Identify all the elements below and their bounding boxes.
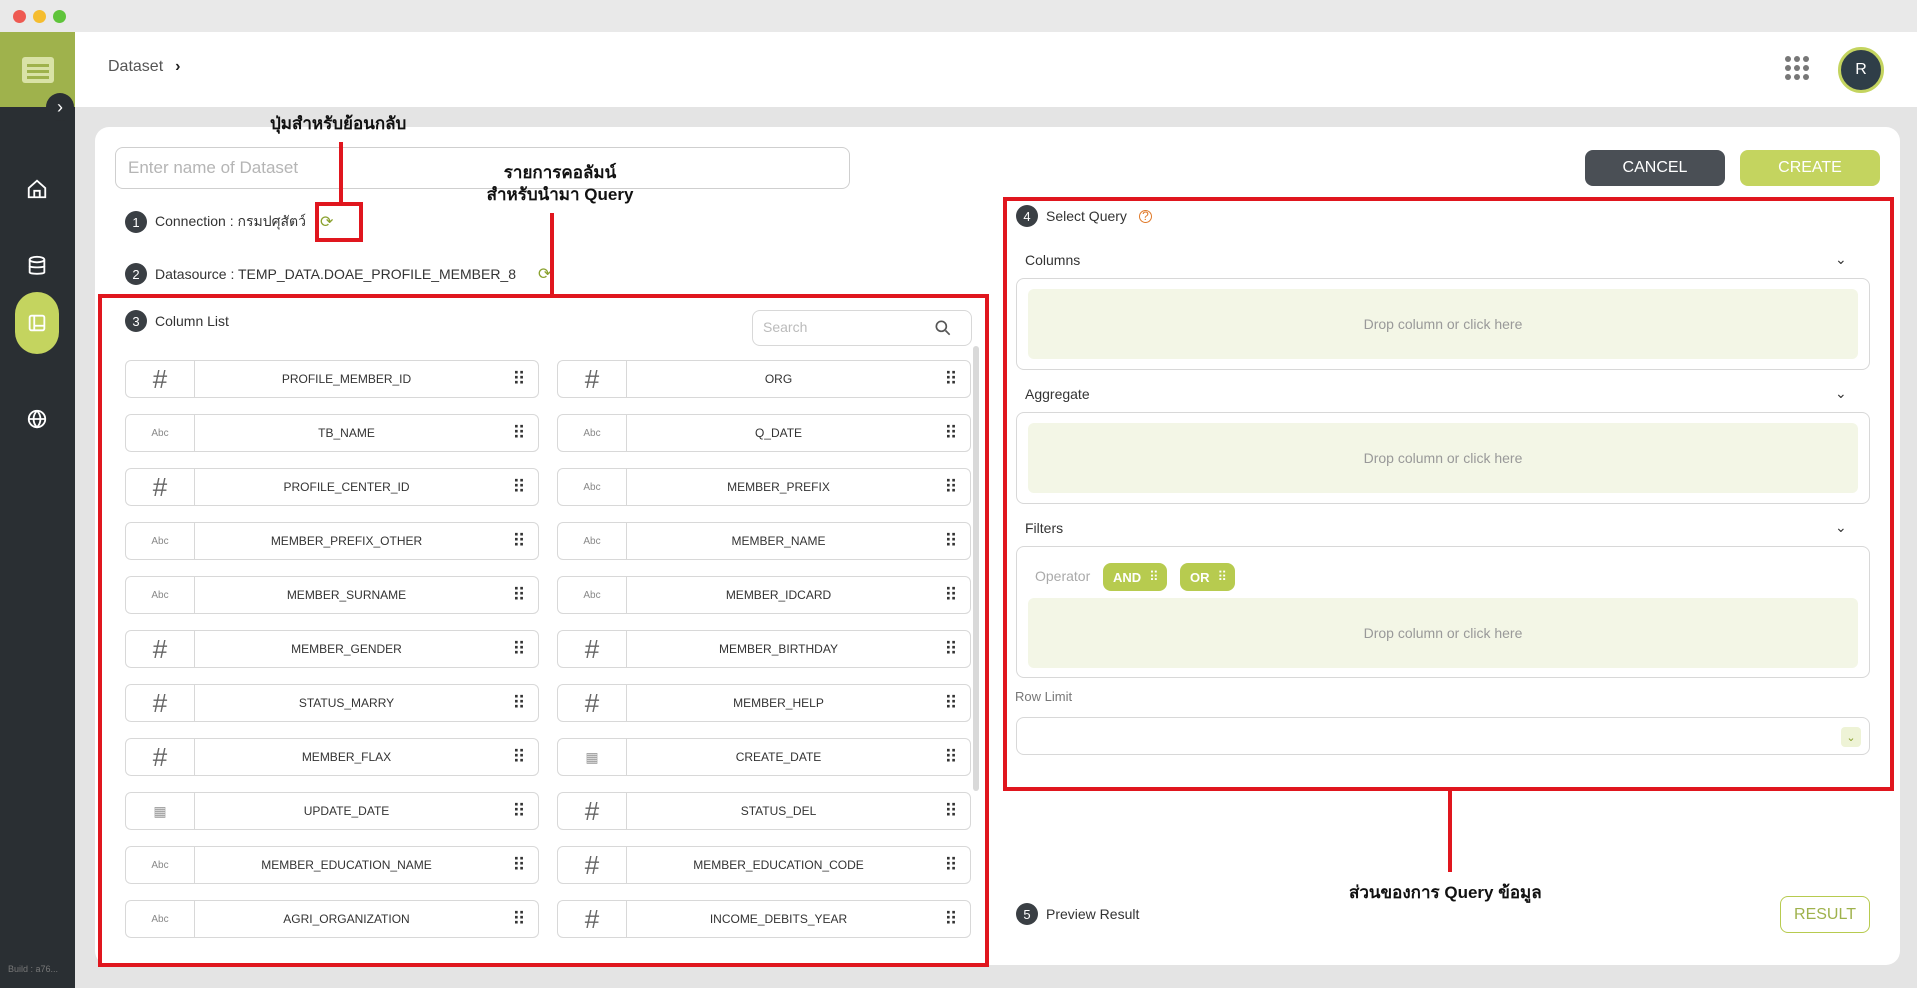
- breadcrumb: Dataset ›: [108, 58, 180, 76]
- dataset-name-input[interactable]: [115, 147, 850, 189]
- sidebar-item-globe[interactable]: [16, 398, 58, 440]
- apps-grid-icon[interactable]: [1785, 56, 1809, 80]
- annotation-box-column-list: [98, 294, 989, 967]
- database-icon: [28, 255, 46, 275]
- step-number: 5: [1016, 903, 1038, 925]
- sidebar-item-database[interactable]: [16, 245, 58, 287]
- annotation-query-part: ส่วนของการ Query ข้อมูล: [1349, 883, 1542, 902]
- chevron-right-icon: ›: [175, 58, 181, 75]
- connection-label: Connection : กรมปศุสัตว์: [155, 213, 306, 229]
- avatar[interactable]: R: [1838, 47, 1884, 93]
- top-header: Dataset › R: [75, 32, 1917, 107]
- annotation-line: [550, 213, 554, 296]
- chevron-right-icon: ›: [57, 96, 63, 117]
- result-button[interactable]: RESULT: [1780, 896, 1870, 933]
- annotation-column-list-line2: สำหรับนำมา Query: [486, 185, 634, 204]
- breadcrumb-dataset[interactable]: Dataset: [108, 58, 163, 76]
- annotation-column-list: รายการคอลัมน์ สำหรับนำมา Query: [486, 162, 634, 206]
- sidebar-item-dataset[interactable]: [15, 292, 59, 354]
- sidebar: › Build : a76...: [0, 32, 75, 988]
- create-button[interactable]: CREATE: [1740, 150, 1880, 186]
- close-window-button[interactable]: [13, 10, 26, 23]
- step-number: 1: [125, 211, 147, 233]
- home-icon: [27, 179, 47, 199]
- build-label: Build : a76...: [8, 964, 59, 974]
- window-titlebar: [0, 0, 1917, 32]
- datasource-step: 2 Datasource : TEMP_DATA.DOAE_PROFILE_ME…: [125, 263, 551, 285]
- annotation-box-refresh: [315, 202, 363, 242]
- globe-icon: [27, 409, 47, 429]
- sidebar-toggle-button[interactable]: ›: [46, 93, 74, 121]
- minimize-window-button[interactable]: [33, 10, 46, 23]
- annotation-back-button: ปุ่มสำหรับย้อนกลับ: [270, 114, 407, 133]
- annotation-column-list-line1: รายการคอลัมน์: [503, 163, 617, 182]
- step-number: 2: [125, 263, 147, 285]
- preview-label: Preview Result: [1046, 906, 1140, 922]
- sidebar-item-home[interactable]: [16, 168, 58, 210]
- annotation-line: [1448, 791, 1452, 872]
- annotation-line: [339, 142, 343, 204]
- connection-step: 1 Connection : กรมปศุสัตว์ ⟳: [125, 211, 333, 233]
- maximize-window-button[interactable]: [53, 10, 66, 23]
- cancel-button[interactable]: CANCEL: [1585, 150, 1725, 186]
- annotation-box-query: [1003, 197, 1894, 791]
- dataset-icon: [28, 314, 46, 332]
- datasource-label: Datasource : TEMP_DATA.DOAE_PROFILE_MEMB…: [155, 266, 517, 282]
- preview-step: 5 Preview Result: [1016, 903, 1139, 925]
